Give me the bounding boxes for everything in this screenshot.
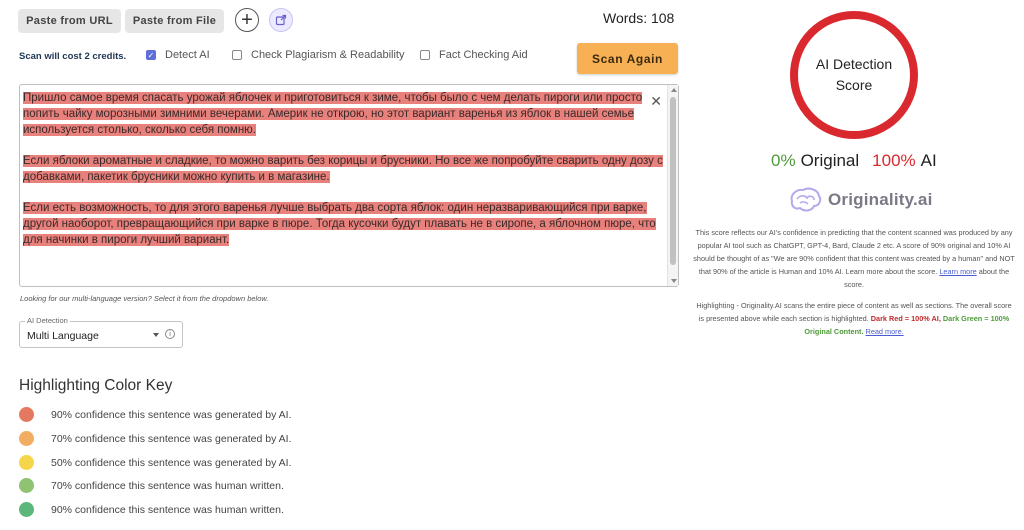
color-key-label: 50% confidence this sentence was generat…: [51, 456, 292, 469]
learn-more-link[interactable]: Learn more: [939, 267, 976, 276]
original-label: Original: [800, 151, 860, 170]
language-select[interactable]: AI Detection Multi Language i: [19, 316, 183, 348]
color-dot: [19, 455, 34, 470]
original-percentage: 0%: [771, 151, 796, 170]
caret-down-icon: [153, 333, 159, 337]
detect-ai-label: Detect AI: [165, 49, 210, 61]
select-legend: AI Detection: [25, 316, 70, 325]
content-text[interactable]: Пришло самое время спасать урожай яблоче…: [23, 90, 663, 263]
highlighted-sentence: Если яблоки ароматные и сладкие, то можн…: [23, 155, 663, 183]
color-key-item: 50% confidence this sentence was generat…: [19, 455, 292, 470]
checkbox-unchecked-icon: [420, 50, 430, 60]
scrollbar-thumb[interactable]: [670, 97, 676, 265]
paragraph: Если яблоки ароматные и сладкие, то можн…: [23, 153, 663, 185]
fact-checking-label: Fact Checking Aid: [439, 49, 528, 61]
scrollbar[interactable]: [667, 85, 678, 286]
score-explanation: This score reflects our AI's confidence …: [693, 226, 1015, 291]
score-summary: 0% Original 100% AI: [771, 151, 937, 171]
ai-percentage: 100%: [872, 151, 916, 170]
ring-title: AI Detection: [815, 56, 893, 72]
paste-from-url-button[interactable]: Paste from URL: [18, 9, 121, 33]
scan-cost-note: Scan will cost 2 credits.: [19, 51, 127, 62]
ai-label: AI: [920, 151, 937, 170]
multi-language-hint: Looking for our multi-language version? …: [20, 294, 269, 303]
select-value: Multi Language: [27, 330, 99, 342]
color-key-item: 90% confidence this sentence was generat…: [19, 407, 292, 422]
info-icon[interactable]: i: [165, 329, 175, 339]
content-text-area[interactable]: Пришло самое время спасать урожай яблоче…: [19, 84, 679, 287]
paste-from-file-button[interactable]: Paste from File: [125, 9, 224, 33]
originality-logo: Originality.ai: [788, 187, 933, 213]
color-dot: [19, 407, 34, 422]
checkbox-checked-icon: ✓: [146, 50, 156, 60]
check-plagiarism-label: Check Plagiarism & Readability: [251, 49, 405, 61]
paragraph: Пришло самое время спасать урожай яблоче…: [23, 90, 663, 138]
dark-red-legend: Dark Red = 100% AI,: [870, 314, 941, 323]
paragraph: Если есть возможность, то для этого варе…: [23, 200, 663, 248]
color-key-label: 90% confidence this sentence was generat…: [51, 408, 292, 421]
fact-checking-checkbox[interactable]: Fact Checking Aid: [420, 49, 528, 61]
scroll-down-icon[interactable]: [671, 279, 677, 283]
export-icon[interactable]: [269, 8, 293, 32]
detect-ai-checkbox[interactable]: ✓ Detect AI: [146, 49, 210, 61]
highlighting-explanation: Highlighting - Originality.AI scans the …: [693, 299, 1015, 338]
brand-name: Originality.ai: [828, 190, 933, 209]
color-key-item: 70% confidence this sentence was human w…: [19, 478, 284, 493]
read-more-link[interactable]: Read more.: [866, 327, 904, 336]
brain-icon: [790, 187, 822, 212]
color-dot: [19, 502, 34, 517]
color-dot: [19, 478, 34, 493]
close-icon[interactable]: ✕: [650, 93, 662, 110]
color-key-title: Highlighting Color Key: [19, 377, 173, 394]
scroll-up-icon[interactable]: [671, 88, 677, 92]
ring-subtitle: Score: [835, 77, 873, 93]
scan-again-button[interactable]: Scan Again: [577, 43, 678, 74]
color-key-item: 70% confidence this sentence was generat…: [19, 431, 292, 446]
color-dot: [19, 431, 34, 446]
ai-score-ring: AI Detection Score: [790, 11, 918, 139]
word-count: Words: 108: [603, 10, 675, 26]
highlighted-sentence: Если есть возможность, то для этого варе…: [23, 202, 656, 246]
color-key-label: 90% confidence this sentence was human w…: [51, 503, 284, 516]
color-key-label: 70% confidence this sentence was human w…: [51, 479, 284, 492]
highlighted-sentence: Пришло самое время спасать урожай яблоче…: [23, 92, 643, 136]
checkbox-unchecked-icon: [232, 50, 242, 60]
color-key-label: 70% confidence this sentence was generat…: [51, 432, 292, 445]
check-plagiarism-checkbox[interactable]: Check Plagiarism & Readability: [232, 49, 404, 61]
color-key-item: 90% confidence this sentence was human w…: [19, 502, 284, 517]
plus-icon[interactable]: +: [235, 8, 259, 32]
